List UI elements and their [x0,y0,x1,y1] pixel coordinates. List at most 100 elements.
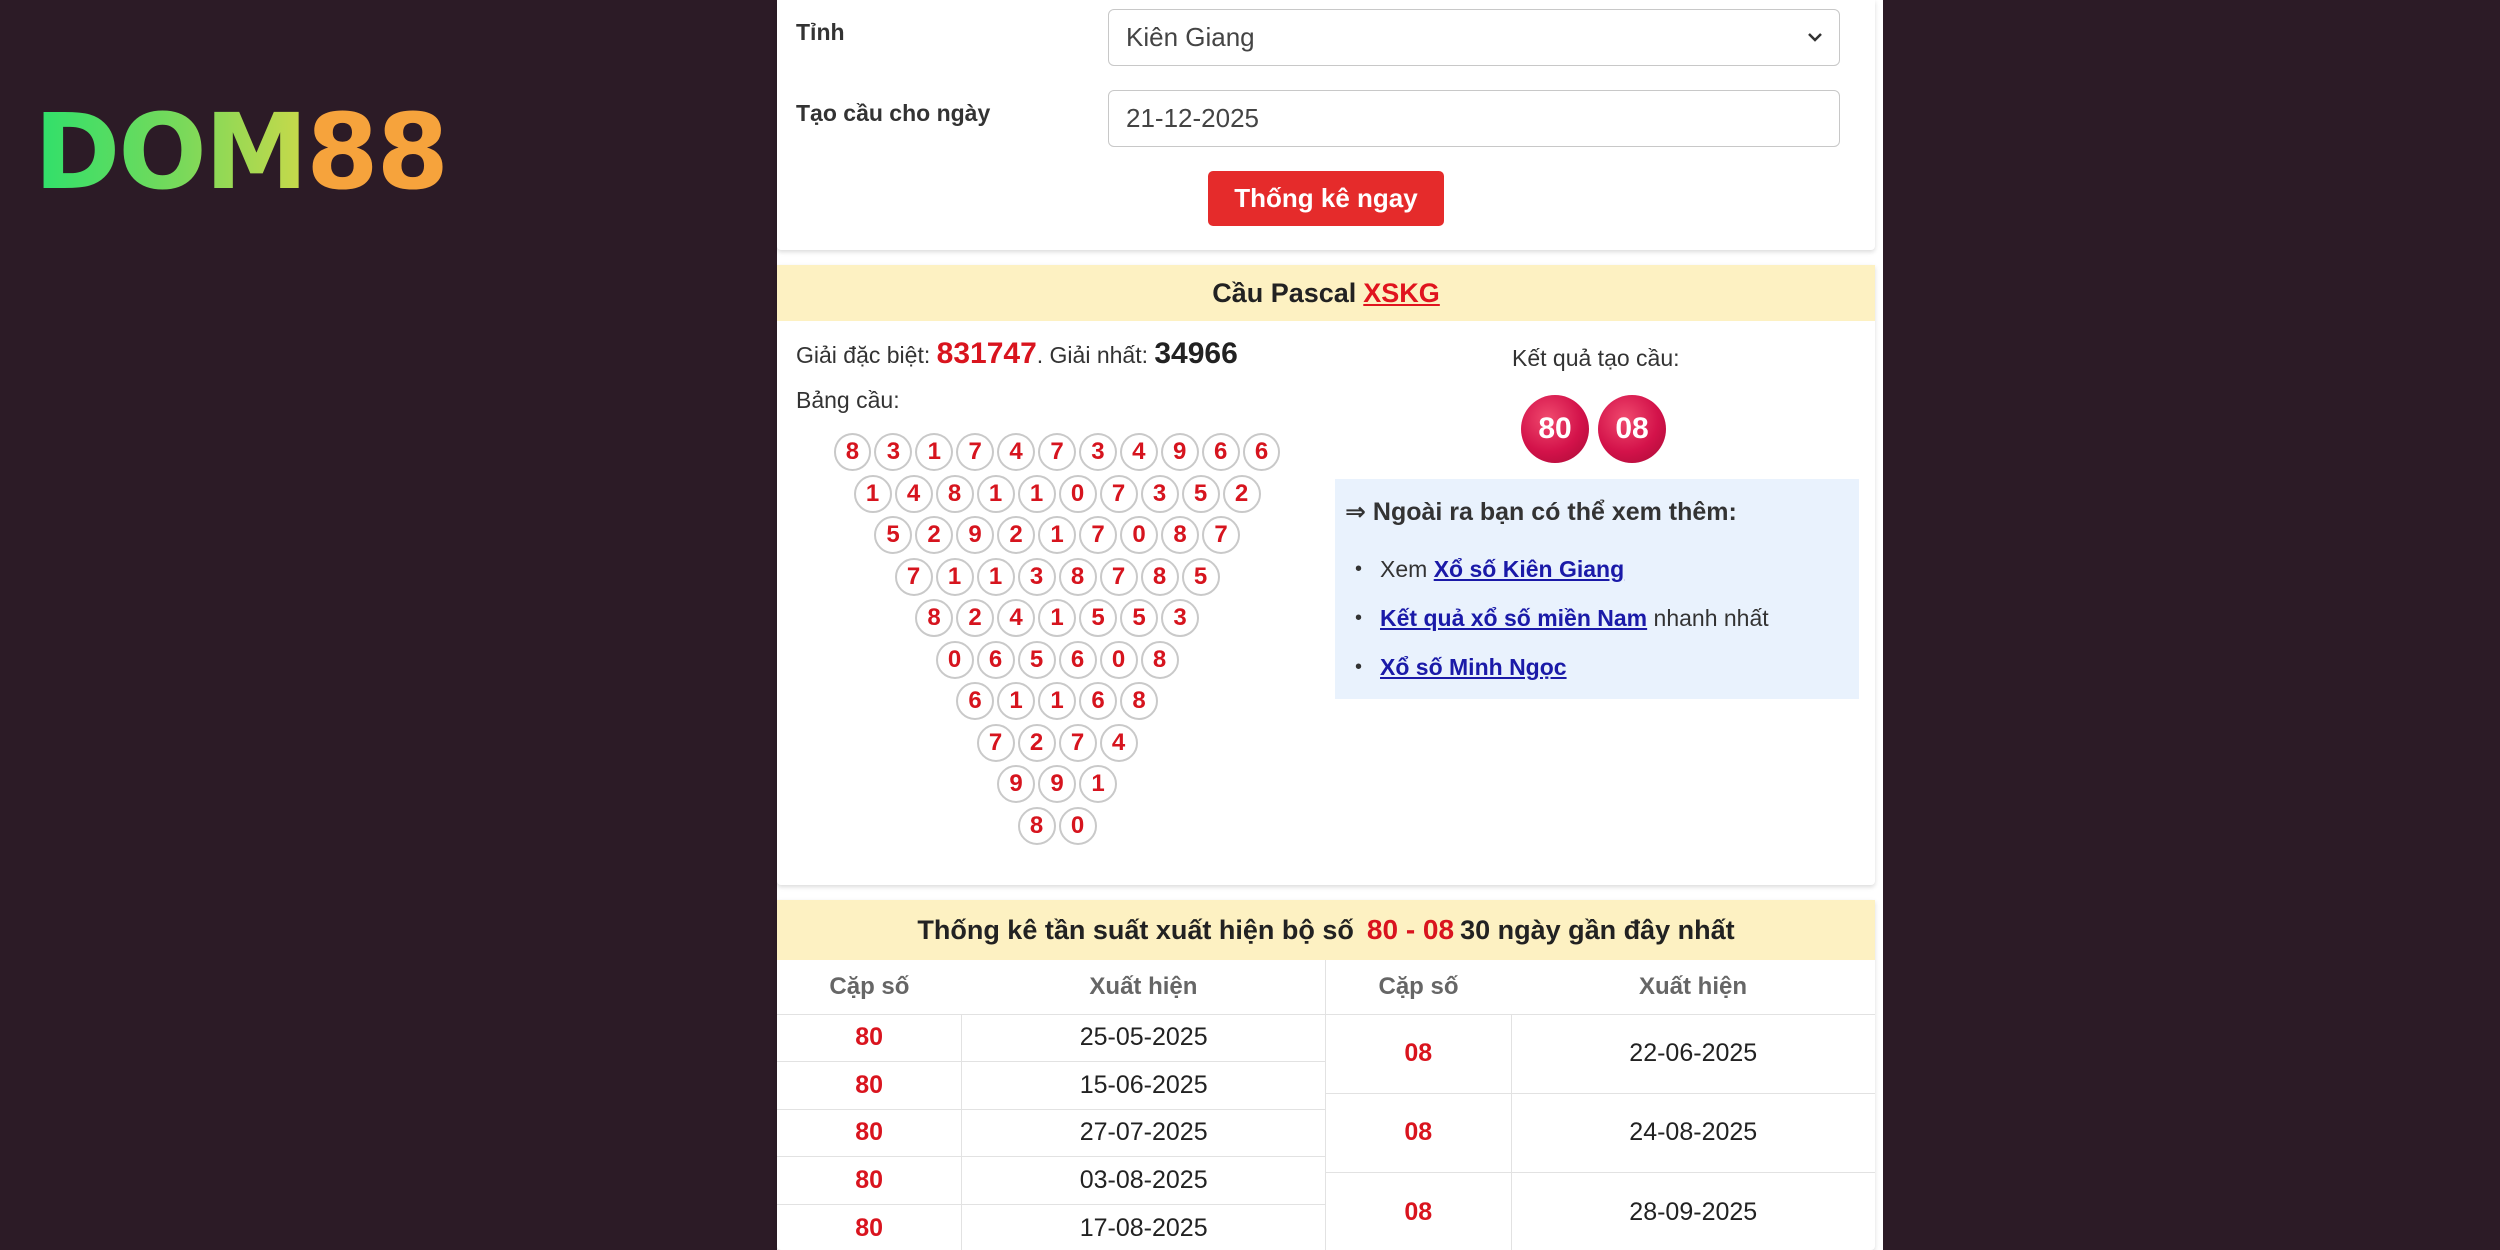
logo-text-88: 88 [306,91,449,213]
stats-card: Thống kê tần suất xuất hiện bộ số 80 - 0… [777,900,1875,1250]
number-ball: 0 [1120,516,1158,554]
number-ball: 4 [997,433,1036,471]
number-ball: 4 [894,474,933,513]
number-ball: 1 [915,433,954,471]
triangle-row: 991 [832,765,1282,807]
right-stats-table: Cặp số Xuất hiện 08 22-06-2025 08 24-08-202… [1326,960,1875,1250]
triangle-row: 065608 [832,640,1282,683]
form-card: Tỉnh Kiên Giang Tạo cầu cho ngày 21-12-2… [777,0,1875,250]
number-ball: 1 [997,682,1035,720]
stats-header: Thống kê tần suất xuất hiện bộ số 80 - 0… [777,900,1875,960]
number-ball: 8 [1120,682,1158,720]
main-column: Tỉnh Kiên Giang Tạo cầu cho ngày 21-12-2… [777,0,1883,1250]
number-ball: 5 [874,516,912,554]
table-label: Bảng cầu: [796,387,900,413]
stats-title-prefix: Thống kê tần suất xuất hiện bộ số [917,914,1354,945]
pascal-card: Cầu Pascal XSKG Giải đặc biệt: 831747. G… [777,265,1875,885]
col-pair-header: Cặp số [829,972,910,1000]
pair-cell: 08 [1326,1092,1512,1173]
province-label: Tỉnh [796,19,845,45]
number-ball: 8 [915,599,953,637]
date-input[interactable]: 21-12-2025 [1108,90,1840,147]
triangle-row: 83174734966 [832,433,1282,475]
pair-cell: 80 [777,1013,963,1062]
number-ball: 5 [1181,557,1220,596]
date-cell: 24-08-2025 [1511,1092,1875,1173]
number-ball: 1 [976,557,1015,596]
bullet-icon: • [1355,656,1363,678]
number-ball: 1 [853,474,892,513]
number-ball: 4 [1119,433,1158,471]
province-select[interactable]: Kiên Giang [1108,9,1840,66]
date-cell: 17-08-2025 [961,1203,1326,1250]
date-input-value: 21-12-2025 [1126,103,1259,133]
number-ball: 7 [956,433,995,471]
link-xo-so-minh-ngoc[interactable]: Xổ số Minh Ngọc [1380,654,1567,681]
number-ball: 6 [1201,433,1240,471]
number-ball: 5 [1017,640,1056,679]
number-ball: 6 [1058,640,1097,679]
result-label: Kết quả tạo cầu: [1512,345,1680,371]
number-ball: 8 [1161,516,1199,554]
dom88-logo[interactable]: DOM88 [34,100,449,204]
pair-cell: 08 [1326,1171,1512,1250]
number-ball: 0 [1058,806,1097,845]
col-appear-header: Xuất hiện [1638,972,1747,1000]
submit-button[interactable]: Thống kê ngay [1208,171,1444,226]
number-ball: 1 [976,474,1015,513]
col-pair-header: Cặp số [1378,972,1459,1000]
table-row: 08 24-08-2025 [1326,1092,1875,1173]
special-prize-value: 831747 [936,337,1037,370]
list-item: • Xem Xổ số Kiên Giang [1355,545,1849,594]
result-ball: 08 [1598,395,1666,463]
number-ball: 8 [1140,557,1179,596]
number-ball: 2 [1017,723,1056,762]
number-ball: 3 [1078,433,1117,471]
date-cell: 27-07-2025 [961,1108,1326,1157]
date-cell: 22-06-2025 [1511,1013,1875,1094]
date-label: Tạo cầu cho ngày [796,100,991,126]
number-ball: 8 [1017,806,1056,845]
number-ball: 7 [976,723,1015,762]
triangle-row: 529217087 [832,516,1282,558]
col-appear-header: Xuất hiện [1089,972,1198,1000]
number-ball: 3 [1140,474,1179,513]
triangle-row: 61168 [832,682,1282,724]
prize-line: Giải đặc biệt: 831747. Giải nhất: 34966 [796,337,1238,371]
xskg-link[interactable]: XSKG [1363,278,1440,309]
number-ball: 2 [997,516,1035,554]
number-ball: 8 [1058,557,1097,596]
number-ball: 9 [997,765,1035,803]
triangle-row: 1481107352 [832,474,1282,517]
first-prize-label: . Giải nhất: [1036,342,1148,368]
pascal-triangle: 8317473496614811073525292170877113878582… [832,433,1282,848]
number-ball: 6 [1079,682,1117,720]
pair-cell: 80 [777,1203,963,1250]
link-kqxs-mien-nam[interactable]: Kết quả xổ số miền Nam [1380,605,1647,632]
number-ball: 1 [935,557,974,596]
number-ball: 5 [1079,599,1117,637]
result-ball: 80 [1521,395,1589,463]
triangle-row: 80 [832,806,1282,849]
first-prize-value: 34966 [1154,337,1238,370]
list-item: • Xổ số Minh Ngọc [1355,643,1849,692]
number-ball: 3 [1017,557,1056,596]
number-ball: 8 [833,433,872,471]
table-row: 80 03-08-2025 [777,1156,1326,1204]
pair-cell: 80 [777,1061,963,1109]
number-ball: 2 [1222,474,1261,513]
number-ball: 1 [1038,516,1076,554]
number-ball: 6 [956,682,994,720]
date-cell: 25-05-2025 [961,1013,1326,1062]
number-ball: 4 [1099,723,1138,762]
pascal-title: Cầu Pascal [1212,277,1357,308]
table-row: 80 15-06-2025 [777,1061,1326,1109]
triangle-row: 8241553 [832,599,1282,641]
special-prize-label: Giải đặc biệt: [796,342,931,368]
link-xo-so-kien-giang[interactable]: Xổ số Kiên Giang [1434,556,1624,583]
number-ball: 7 [1099,557,1138,596]
number-ball: 8 [935,474,974,513]
stats-title-suffix: 30 ngày gần đây nhất [1460,914,1735,945]
bullet-icon: • [1355,607,1363,629]
province-select-value: Kiên Giang [1126,22,1255,52]
